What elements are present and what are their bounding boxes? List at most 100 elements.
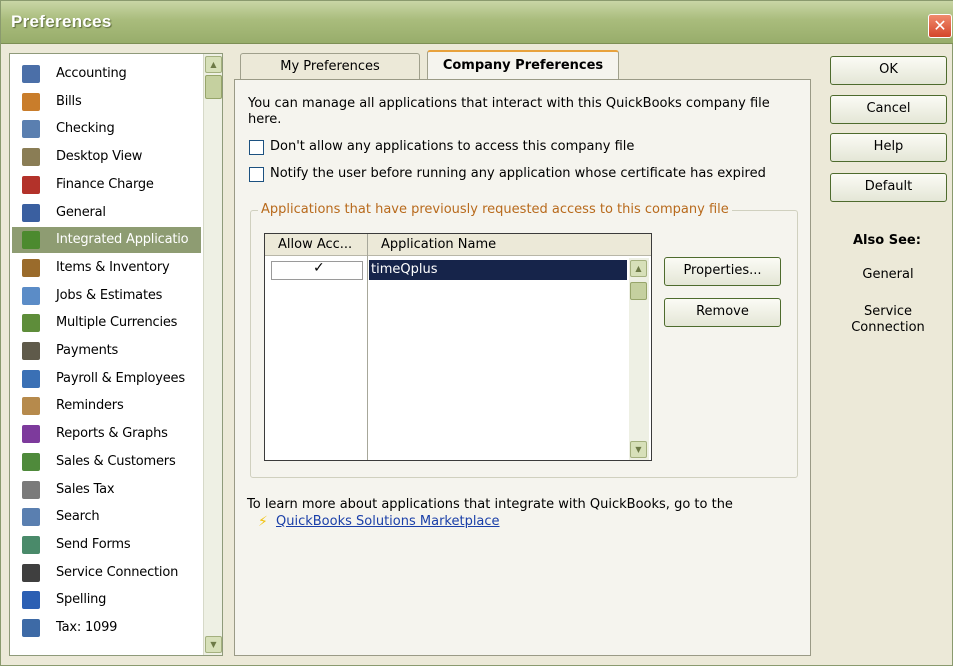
sidebar-item-label: Bills xyxy=(56,93,82,109)
reports-graphs-icon xyxy=(22,425,40,444)
list-scroll-up-button[interactable]: ▲ xyxy=(630,260,647,277)
category-scrollbar[interactable]: ▲ ▼ xyxy=(203,54,222,655)
payroll-employees-icon xyxy=(22,369,40,388)
sales-customers-icon xyxy=(22,452,40,471)
lightning-icon: ⚡ xyxy=(258,514,268,530)
search-icon xyxy=(22,508,40,527)
sidebar-item-label: Search xyxy=(56,509,100,525)
sidebar-item-label: Multiple Currencies xyxy=(56,315,178,331)
sidebar-item-label: Reminders xyxy=(56,398,124,414)
title-bar: Preferences ✕ xyxy=(1,1,953,44)
sidebar-item-multiple-currencies[interactable]: Multiple Currencies xyxy=(12,310,201,336)
no-access-label: Don't allow any applications to access t… xyxy=(270,139,635,154)
tax-1099-icon xyxy=(22,619,40,637)
integration-footnote: To learn more about applications that in… xyxy=(247,497,733,512)
also-see-title: Also See: xyxy=(853,233,921,248)
items-inventory-icon xyxy=(22,258,40,277)
column-divider[interactable] xyxy=(367,234,368,460)
service-connection-icon xyxy=(22,563,40,582)
notify-certificate-checkbox[interactable] xyxy=(249,167,264,182)
sidebar-item-bills[interactable]: Bills xyxy=(12,89,201,115)
applications-group-label: Applications that have previously reques… xyxy=(258,202,732,217)
sidebar-item-items-inventory[interactable]: Items & Inventory xyxy=(12,255,201,281)
desktop-view-icon xyxy=(22,148,40,167)
sidebar-item-label: Sales Tax xyxy=(56,481,115,497)
sidebar-item-service-connection[interactable]: Service Connection xyxy=(12,560,201,586)
help-button[interactable]: Help xyxy=(830,133,947,162)
scroll-up-button[interactable]: ▲ xyxy=(205,56,222,73)
list-scroll-down-button[interactable]: ▼ xyxy=(630,441,647,458)
finance-charge-icon xyxy=(22,175,40,194)
sidebar-item-label: Spelling xyxy=(56,592,107,608)
preferences-category-list: Accounting Bills Checking Desktop View Finan… xyxy=(9,53,223,656)
sidebar-item-label: Send Forms xyxy=(56,536,131,552)
window-title: Preferences xyxy=(11,12,112,31)
sidebar-item-reports-graphs[interactable]: Reports & Graphs xyxy=(12,421,201,447)
marketplace-link[interactable]: QuickBooks Solutions Marketplace xyxy=(276,514,500,529)
multiple-currencies-icon xyxy=(22,314,40,333)
application-name-cell[interactable]: timeQplus xyxy=(371,262,437,277)
sidebar-item-jobs-estimates[interactable]: Jobs & Estimates xyxy=(12,283,201,309)
sidebar-item-label: Payroll & Employees xyxy=(56,370,185,386)
sidebar-item-label: Desktop View xyxy=(56,149,143,165)
preferences-window: Preferences ✕ Accounting Bills Checking Des… xyxy=(0,0,953,666)
remove-button[interactable]: Remove xyxy=(664,298,781,327)
sidebar-item-integrated-applications[interactable]: Integrated Applicatio xyxy=(12,227,201,254)
close-button[interactable]: ✕ xyxy=(928,14,952,38)
accounting-icon xyxy=(22,65,40,83)
sidebar-item-checking[interactable]: Checking xyxy=(12,116,201,142)
scroll-thumb[interactable] xyxy=(205,75,222,99)
sidebar-item-label: General xyxy=(56,204,106,220)
properties-button[interactable]: Properties... xyxy=(664,257,781,286)
sidebar-item-search[interactable]: Search xyxy=(12,504,201,530)
sidebar-item-spelling[interactable]: Spelling xyxy=(12,587,201,613)
also-see-service-connection-link[interactable]: Service Connection xyxy=(845,304,931,336)
applications-list: Allow Acc... Application Name ✓ timeQplu… xyxy=(264,233,652,461)
sidebar-item-send-forms[interactable]: Send Forms xyxy=(12,532,201,558)
sidebar-item-accounting[interactable]: Accounting xyxy=(12,61,201,87)
sidebar-item-tax-1099[interactable]: Tax: 1099 xyxy=(12,615,201,641)
also-see-general-link[interactable]: General xyxy=(845,267,931,283)
sidebar-item-label: Items & Inventory xyxy=(56,259,170,275)
notify-certificate-label: Notify the user before running any appli… xyxy=(270,166,766,181)
sidebar-item-payments[interactable]: Payments xyxy=(12,338,201,364)
intro-text: You can manage all applications that int… xyxy=(248,96,770,127)
integrated-applications-icon xyxy=(22,231,40,250)
column-application-name[interactable]: Application Name xyxy=(381,237,496,252)
allow-access-checkmark: ✓ xyxy=(313,260,325,276)
sidebar-item-finance-charge[interactable]: Finance Charge xyxy=(12,172,201,198)
send-forms-icon xyxy=(22,535,40,554)
bills-icon xyxy=(22,92,40,111)
list-header: Allow Acc... Application Name xyxy=(265,234,651,256)
column-allow-access[interactable]: Allow Acc... xyxy=(278,237,352,252)
sidebar-item-reminders[interactable]: Reminders xyxy=(12,393,201,419)
scroll-down-button[interactable]: ▼ xyxy=(205,636,222,653)
sidebar-item-label: Reports & Graphs xyxy=(56,426,168,442)
tab-my-preferences[interactable]: My Preferences xyxy=(240,53,420,81)
list-scroll-thumb[interactable] xyxy=(630,282,647,300)
sidebar-item-desktop-view[interactable]: Desktop View xyxy=(12,144,201,170)
sidebar-item-label: Accounting xyxy=(56,66,127,81)
sidebar-item-label: Checking xyxy=(56,121,115,137)
sidebar-item-label: Tax: 1099 xyxy=(56,620,118,635)
sidebar-item-sales-customers[interactable]: Sales & Customers xyxy=(12,449,201,475)
ok-button[interactable]: OK xyxy=(830,56,947,85)
cancel-button[interactable]: Cancel xyxy=(830,95,947,124)
checking-icon xyxy=(22,120,40,139)
list-scrollbar[interactable]: ▲ ▼ xyxy=(629,258,649,460)
reminders-icon xyxy=(22,397,40,416)
sidebar-item-sales-tax[interactable]: Sales Tax xyxy=(12,477,201,503)
spelling-icon xyxy=(22,591,40,610)
sidebar-item-payroll-employees[interactable]: Payroll & Employees xyxy=(12,366,201,392)
sidebar-item-label: Payments xyxy=(56,343,119,358)
general-icon xyxy=(22,203,40,222)
sidebar-item-general[interactable]: General xyxy=(12,200,201,226)
sidebar-item-label: Integrated Applicatio xyxy=(56,232,189,248)
sidebar-item-label: Service Connection xyxy=(56,564,179,580)
default-button[interactable]: Default xyxy=(830,173,947,202)
jobs-estimates-icon xyxy=(22,286,40,305)
sidebar-item-label: Sales & Customers xyxy=(56,453,176,469)
sidebar-item-label: Jobs & Estimates xyxy=(56,287,163,303)
no-access-checkbox[interactable] xyxy=(249,140,264,155)
tab-company-preferences[interactable]: Company Preferences xyxy=(427,50,619,80)
